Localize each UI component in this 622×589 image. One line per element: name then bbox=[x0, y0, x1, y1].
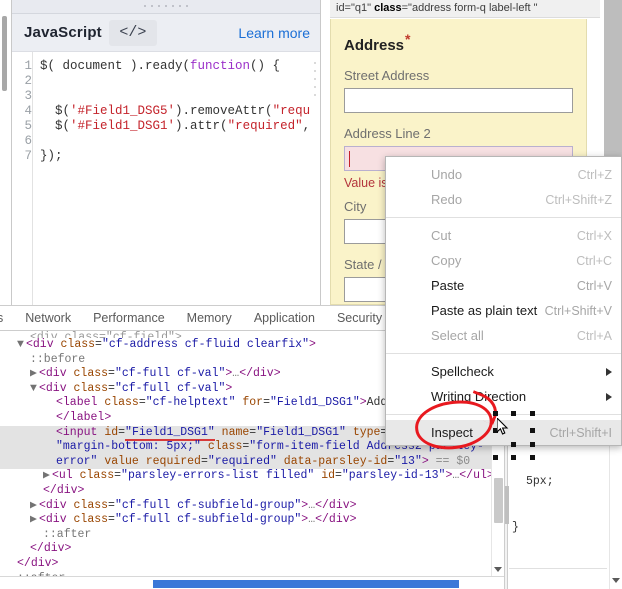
code-editor[interactable]: 1 2 3 4 5 6 7 $( document ).ready(functi… bbox=[12, 52, 320, 305]
menu-item-spellcheck[interactable]: Spellcheck bbox=[386, 359, 621, 384]
selection-handle[interactable] bbox=[493, 411, 498, 416]
menu-divider bbox=[386, 353, 621, 354]
label-address-line-2: Address Line 2 bbox=[344, 126, 573, 141]
menu-item-copy: Copy Ctrl+C bbox=[386, 248, 621, 273]
menu-item-shortcut: Ctrl+Shift+I bbox=[549, 426, 612, 440]
style-value-5px: 5px; bbox=[526, 475, 554, 488]
style-rule-close: } bbox=[512, 521, 519, 534]
menu-item-redo: Redo Ctrl+Shift+Z bbox=[386, 187, 621, 212]
dom-tree-row[interactable]: ▶<div class="cf-full cf-subfield-group">… bbox=[0, 499, 504, 514]
dom-tree-row[interactable]: </div> bbox=[0, 557, 504, 572]
label-street-address: Street Address bbox=[344, 68, 573, 83]
required-asterisk: * bbox=[405, 31, 410, 47]
widget-drag-bar[interactable] bbox=[12, 0, 320, 14]
selection-handle[interactable] bbox=[511, 455, 516, 460]
devtools-tab-network[interactable]: Network bbox=[14, 306, 82, 330]
page-scrollbar-thumb-left[interactable] bbox=[2, 16, 7, 91]
code-text[interactable]: $( document ).ready(function() { $('#Fie… bbox=[33, 52, 320, 305]
menu-item-shortcut: Ctrl+Shift+V bbox=[545, 304, 612, 318]
menu-item-cut: Cut Ctrl+X bbox=[386, 223, 621, 248]
menu-item-label: Redo bbox=[431, 192, 462, 207]
menu-item-label: Copy bbox=[431, 253, 461, 268]
widget-title: JavaScript bbox=[24, 24, 102, 41]
styles-divider bbox=[509, 568, 607, 569]
dom-tree-horizontal-scrollbar[interactable] bbox=[0, 576, 504, 589]
learn-more-link[interactable]: Learn more bbox=[238, 25, 310, 41]
selection-handle[interactable] bbox=[530, 411, 535, 416]
input-street-address[interactable] bbox=[344, 88, 573, 113]
form-heading: Address* bbox=[344, 31, 573, 54]
drag-handle-dots[interactable] bbox=[144, 5, 188, 7]
menu-item-shortcut: Ctrl+X bbox=[577, 229, 612, 243]
dom-hscroll-thumb[interactable] bbox=[153, 580, 459, 588]
menu-item-label: Undo bbox=[431, 167, 462, 182]
javascript-editor-widget: JavaScript </> Learn more 1 2 3 4 5 6 7 … bbox=[11, 0, 321, 305]
menu-item-select-all: Select all Ctrl+A bbox=[386, 323, 621, 348]
menu-item-label: Paste as plain text bbox=[431, 303, 537, 318]
devtools-tab-memory[interactable]: Memory bbox=[176, 306, 243, 330]
selection-handle[interactable] bbox=[511, 442, 516, 447]
tooltip-id-part: id="q1" bbox=[336, 2, 374, 14]
line-number-gutter: 1 2 3 4 5 6 7 bbox=[12, 52, 33, 305]
menu-item-shortcut: Ctrl+C bbox=[576, 254, 612, 268]
chevron-right-icon bbox=[606, 393, 612, 401]
menu-divider bbox=[386, 217, 621, 218]
chevron-down-icon[interactable] bbox=[612, 578, 620, 583]
chevron-down-icon[interactable] bbox=[494, 567, 502, 572]
menu-item-label: Inspect bbox=[431, 425, 473, 440]
dom-scroll-thumb[interactable] bbox=[494, 478, 503, 523]
menu-item-label: Writing Direction bbox=[431, 389, 526, 404]
devtools-tab-performance[interactable]: Performance bbox=[82, 306, 176, 330]
selection-handle[interactable] bbox=[493, 455, 498, 460]
selection-handle[interactable] bbox=[530, 455, 535, 460]
menu-item-label: Spellcheck bbox=[431, 364, 494, 379]
code-icon: </> bbox=[109, 20, 157, 46]
menu-item-label: Paste bbox=[431, 278, 464, 293]
selection-handle[interactable] bbox=[530, 442, 535, 447]
menu-item-shortcut: Ctrl+Shift+Z bbox=[545, 193, 612, 207]
menu-item-shortcut: Ctrl+A bbox=[577, 329, 612, 343]
editor-scroll-indicator bbox=[314, 62, 317, 102]
form-heading-text: Address bbox=[344, 37, 404, 54]
chevron-right-icon bbox=[606, 368, 612, 376]
selection-handle[interactable] bbox=[511, 411, 516, 416]
devtools-tab-security[interactable]: Security bbox=[326, 306, 393, 330]
menu-item-writing-direction[interactable]: Writing Direction bbox=[386, 384, 621, 409]
menu-item-label: Select all bbox=[431, 328, 484, 343]
dom-tree-row[interactable]: ▶<div class="cf-full cf-subfield-group">… bbox=[0, 513, 504, 528]
menu-item-shortcut: Ctrl+Z bbox=[578, 168, 612, 182]
dom-tree-row[interactable]: error" value required="required" data-pa… bbox=[0, 455, 504, 470]
menu-item-shortcut: Ctrl+V bbox=[577, 279, 612, 293]
mouse-cursor-icon bbox=[497, 418, 509, 436]
devtools-tab-application[interactable]: Application bbox=[243, 306, 326, 330]
menu-item-label: Cut bbox=[431, 228, 451, 243]
dom-tree-row[interactable]: </div> bbox=[0, 484, 504, 499]
dom-tree-row[interactable]: </div> bbox=[0, 542, 504, 557]
menu-item-paste-as-plain-text[interactable]: Paste as plain text Ctrl+Shift+V bbox=[386, 298, 621, 323]
element-tag-tooltip: id="q1" class="address form-q label-left… bbox=[330, 0, 600, 18]
dom-tree-row[interactable]: ▶<ul class="parsley-errors-list filled" … bbox=[0, 469, 504, 484]
selection-handle[interactable] bbox=[530, 428, 535, 433]
context-menu[interactable]: UndoCtrl+ZRedoCtrl+Shift+ZCutCtrl+XCopyC… bbox=[385, 156, 622, 446]
text-caret bbox=[349, 151, 350, 167]
tooltip-class-val: ="address form-q label-left " bbox=[402, 2, 538, 14]
menu-item-paste[interactable]: Paste Ctrl+V bbox=[386, 273, 621, 298]
javascript-widget-header: JavaScript </> Learn more bbox=[12, 14, 320, 52]
menu-item-undo: Undo Ctrl+Z bbox=[386, 162, 621, 187]
devtools-tab-s[interactable]: s bbox=[0, 306, 14, 330]
tooltip-class-key: class bbox=[374, 2, 402, 14]
dom-tree-row[interactable]: ::after bbox=[0, 528, 504, 543]
menu-divider bbox=[386, 414, 621, 415]
